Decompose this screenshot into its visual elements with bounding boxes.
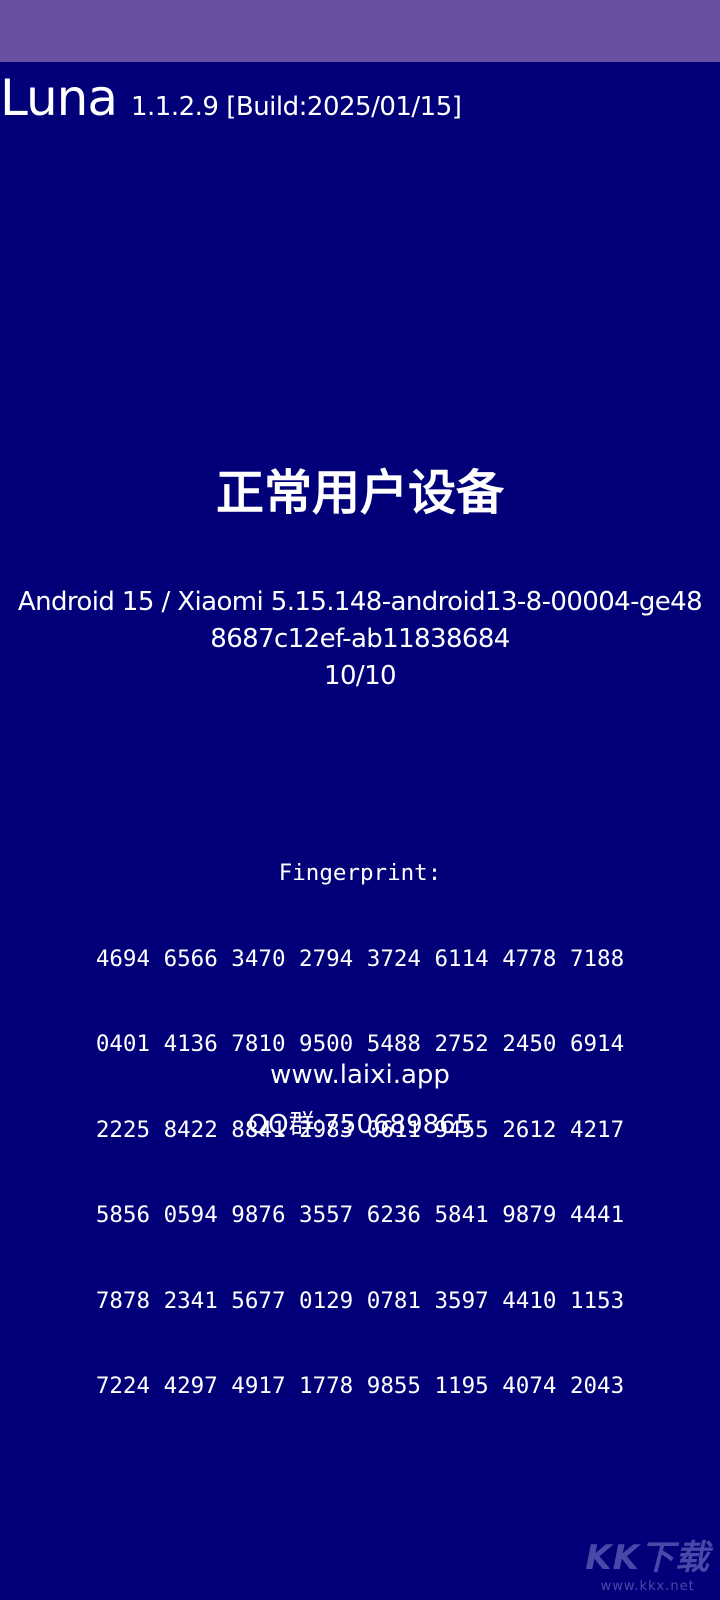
screen: Luna 1.1.2.9 [Build:2025/01/15] 正常用户设备 A… [0,0,720,1600]
fingerprint-label: Fingerprint: [278,860,442,886]
watermark-url: www.kkx.net [600,1579,695,1594]
device-info: Android 15 / Xiaomi 5.15.148-android13-8… [0,584,720,695]
contact-links: www.laixi.app QQ群:750689865 [0,1058,720,1142]
device-score: 10/10 [324,661,397,691]
app-name: Luna [0,69,118,127]
watermark-brand: KK下载 [585,1538,710,1578]
fingerprint-row: 7224 4297 4917 1778 9855 1195 4074 2043 [95,1373,625,1399]
fingerprint-row: 7878 2341 5677 0129 0781 3597 4410 1153 [95,1287,625,1314]
app-version: 1.1.2.9 [Build:2025/01/15] [131,92,462,122]
status-bar [0,0,720,62]
website-link[interactable]: www.laixi.app [0,1058,720,1092]
watermark: KK下载 www.kkx.net [585,1530,710,1594]
device-info-line-2: 8687c12ef-ab11838684 [210,624,510,654]
app-header: Luna 1.1.2.9 [Build:2025/01/15] [0,66,720,136]
device-info-line-1: Android 15 / Xiaomi 5.15.148-android13-8… [17,587,703,617]
fingerprint-row: 4694 6566 3470 2794 3724 6114 4778 7188 [95,945,625,972]
fingerprint-row: 0401 4136 7810 9500 5488 2752 2450 6914 [95,1031,625,1057]
fingerprint-row: 5856 0594 9876 3557 6236 5841 9879 4441 [95,1202,625,1228]
device-status-title: 正常用户设备 [215,465,504,521]
qq-group-text: QQ群:750689865 [247,1110,473,1140]
